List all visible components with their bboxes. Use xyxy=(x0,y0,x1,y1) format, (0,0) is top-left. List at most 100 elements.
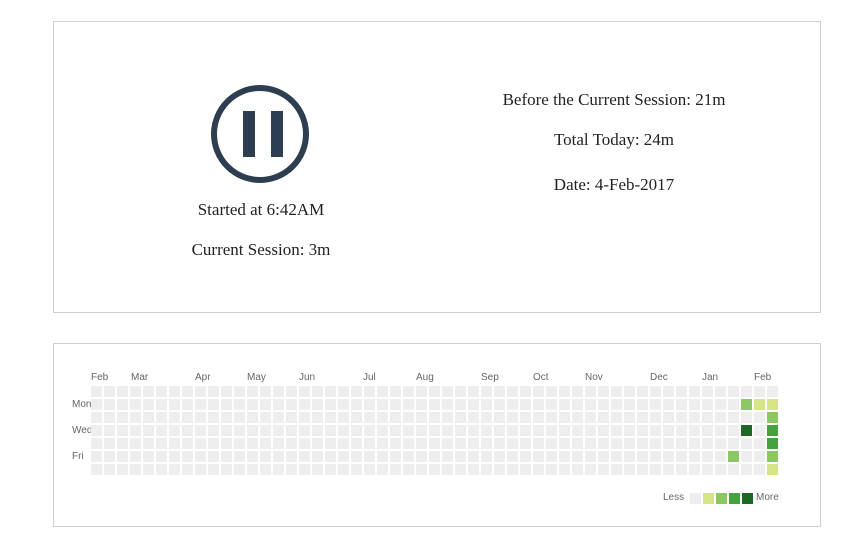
calendar-day-cell[interactable] xyxy=(273,464,284,475)
calendar-day-cell[interactable] xyxy=(468,464,479,475)
calendar-day-cell[interactable] xyxy=(91,451,102,462)
calendar-day-cell[interactable] xyxy=(676,451,687,462)
calendar-day-cell[interactable] xyxy=(689,425,700,436)
calendar-day-cell[interactable] xyxy=(572,399,583,410)
calendar-day-cell[interactable] xyxy=(728,438,739,449)
calendar-day-cell[interactable] xyxy=(481,438,492,449)
calendar-day-cell[interactable] xyxy=(377,438,388,449)
calendar-day-cell[interactable] xyxy=(754,399,765,410)
calendar-day-cell[interactable] xyxy=(676,412,687,423)
calendar-day-cell[interactable] xyxy=(182,464,193,475)
calendar-day-cell[interactable] xyxy=(494,386,505,397)
calendar-day-cell[interactable] xyxy=(156,412,167,423)
calendar-day-cell[interactable] xyxy=(117,464,128,475)
calendar-day-cell[interactable] xyxy=(767,464,778,475)
calendar-day-cell[interactable] xyxy=(416,412,427,423)
calendar-day-cell[interactable] xyxy=(273,386,284,397)
calendar-day-cell[interactable] xyxy=(91,412,102,423)
calendar-day-cell[interactable] xyxy=(169,399,180,410)
calendar-day-cell[interactable] xyxy=(429,425,440,436)
calendar-day-cell[interactable] xyxy=(546,399,557,410)
calendar-day-cell[interactable] xyxy=(221,412,232,423)
calendar-day-cell[interactable] xyxy=(364,451,375,462)
calendar-day-cell[interactable] xyxy=(169,386,180,397)
calendar-day-cell[interactable] xyxy=(520,464,531,475)
calendar-day-cell[interactable] xyxy=(234,438,245,449)
calendar-day-cell[interactable] xyxy=(195,464,206,475)
calendar-day-cell[interactable] xyxy=(585,451,596,462)
calendar-day-cell[interactable] xyxy=(494,412,505,423)
calendar-day-cell[interactable] xyxy=(559,386,570,397)
calendar-day-cell[interactable] xyxy=(494,425,505,436)
calendar-day-cell[interactable] xyxy=(442,386,453,397)
calendar-day-cell[interactable] xyxy=(364,386,375,397)
calendar-day-cell[interactable] xyxy=(546,386,557,397)
calendar-day-cell[interactable] xyxy=(364,438,375,449)
calendar-day-cell[interactable] xyxy=(182,425,193,436)
calendar-day-cell[interactable] xyxy=(598,386,609,397)
calendar-day-cell[interactable] xyxy=(312,425,323,436)
calendar-day-cell[interactable] xyxy=(741,425,752,436)
calendar-day-cell[interactable] xyxy=(572,386,583,397)
calendar-day-cell[interactable] xyxy=(455,386,466,397)
calendar-day-cell[interactable] xyxy=(559,425,570,436)
calendar-day-cell[interactable] xyxy=(221,425,232,436)
calendar-day-cell[interactable] xyxy=(481,399,492,410)
calendar-day-cell[interactable] xyxy=(286,386,297,397)
calendar-day-cell[interactable] xyxy=(637,464,648,475)
calendar-day-cell[interactable] xyxy=(468,399,479,410)
calendar-day-cell[interactable] xyxy=(676,425,687,436)
calendar-day-cell[interactable] xyxy=(715,464,726,475)
calendar-day-cell[interactable] xyxy=(637,399,648,410)
calendar-day-cell[interactable] xyxy=(442,412,453,423)
calendar-day-cell[interactable] xyxy=(273,451,284,462)
calendar-day-cell[interactable] xyxy=(468,386,479,397)
calendar-day-cell[interactable] xyxy=(468,438,479,449)
calendar-day-cell[interactable] xyxy=(364,425,375,436)
calendar-day-cell[interactable] xyxy=(442,451,453,462)
calendar-day-cell[interactable] xyxy=(741,412,752,423)
calendar-day-cell[interactable] xyxy=(351,438,362,449)
calendar-day-cell[interactable] xyxy=(546,438,557,449)
calendar-day-cell[interactable] xyxy=(572,412,583,423)
calendar-day-cell[interactable] xyxy=(104,464,115,475)
calendar-day-cell[interactable] xyxy=(143,451,154,462)
calendar-day-cell[interactable] xyxy=(390,386,401,397)
calendar-day-cell[interactable] xyxy=(273,438,284,449)
calendar-day-cell[interactable] xyxy=(338,386,349,397)
calendar-day-cell[interactable] xyxy=(455,438,466,449)
calendar-day-cell[interactable] xyxy=(741,399,752,410)
calendar-day-cell[interactable] xyxy=(182,399,193,410)
calendar-day-cell[interactable] xyxy=(260,386,271,397)
calendar-day-cell[interactable] xyxy=(767,425,778,436)
calendar-day-cell[interactable] xyxy=(481,451,492,462)
calendar-day-cell[interactable] xyxy=(637,438,648,449)
calendar-day-cell[interactable] xyxy=(390,399,401,410)
calendar-day-cell[interactable] xyxy=(416,386,427,397)
calendar-day-cell[interactable] xyxy=(442,399,453,410)
calendar-day-cell[interactable] xyxy=(312,386,323,397)
calendar-day-cell[interactable] xyxy=(286,451,297,462)
calendar-day-cell[interactable] xyxy=(663,399,674,410)
calendar-day-cell[interactable] xyxy=(91,399,102,410)
calendar-day-cell[interactable] xyxy=(156,464,167,475)
calendar-day-cell[interactable] xyxy=(663,464,674,475)
calendar-day-cell[interactable] xyxy=(130,386,141,397)
calendar-day-cell[interactable] xyxy=(286,464,297,475)
calendar-day-cell[interactable] xyxy=(351,464,362,475)
calendar-day-cell[interactable] xyxy=(455,399,466,410)
calendar-day-cell[interactable] xyxy=(624,438,635,449)
calendar-day-cell[interactable] xyxy=(546,464,557,475)
calendar-day-cell[interactable] xyxy=(208,399,219,410)
calendar-day-cell[interactable] xyxy=(390,425,401,436)
calendar-day-cell[interactable] xyxy=(637,412,648,423)
calendar-day-cell[interactable] xyxy=(572,464,583,475)
calendar-day-cell[interactable] xyxy=(728,451,739,462)
calendar-day-cell[interactable] xyxy=(624,399,635,410)
calendar-day-cell[interactable] xyxy=(169,451,180,462)
calendar-day-cell[interactable] xyxy=(546,451,557,462)
calendar-day-cell[interactable] xyxy=(208,412,219,423)
calendar-day-cell[interactable] xyxy=(117,438,128,449)
calendar-day-cell[interactable] xyxy=(338,464,349,475)
calendar-day-cell[interactable] xyxy=(676,438,687,449)
